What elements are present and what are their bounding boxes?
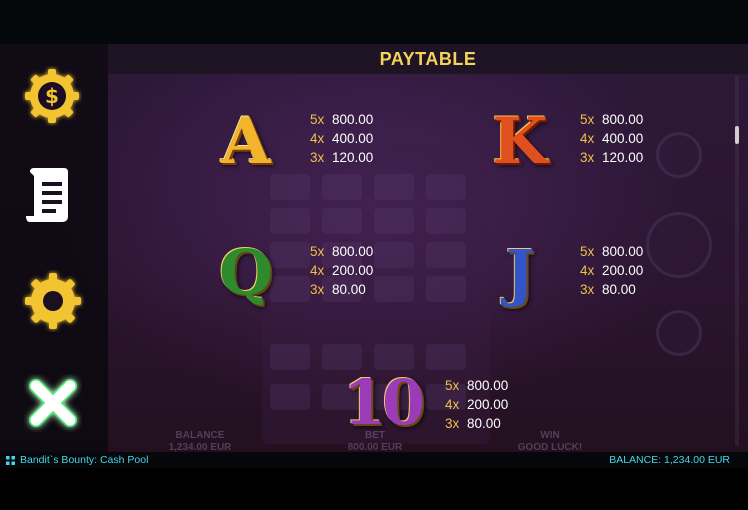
pay-amount: 800.00 [602,244,644,259]
pay-row: 4x 200.00 [580,261,643,280]
reel-cell [426,242,466,268]
pay-count: 5x [580,112,595,127]
pay-amount: 400.00 [332,131,374,146]
game-name: Bandit`s Bounty: Cash Pool [20,454,149,466]
symbol-q: Q [218,236,273,309]
pay-count: 3x [310,282,325,297]
pay-count: 5x [310,112,325,127]
paytable-scroll-icon[interactable] [24,166,80,226]
pay-row: 4x 400.00 [310,129,373,148]
bg-win-label: WIN [540,430,560,441]
sidebar: $ [0,44,108,452]
settings-gear-icon[interactable] [22,270,84,332]
symbol-10: 10 [342,366,425,439]
reel-cell [374,174,414,200]
paytable-k: 5x 800.00 4x 400.00 3x 120.00 [580,110,643,167]
symbol-a: A [221,104,271,179]
spin-button-bg [646,212,712,278]
pay-row: 4x 400.00 [580,129,643,148]
bottom-blank [0,468,748,510]
pay-amount: 800.00 [332,112,374,127]
reel-cell [426,174,466,200]
reel-cell [270,344,310,370]
svg-text:$: $ [45,84,59,108]
paytable-j: 5x 800.00 4x 200.00 3x 80.00 [580,242,643,299]
pay-row: 5x 800.00 [580,110,643,129]
reel-cell [322,174,362,200]
turbo-button-bg [656,310,702,356]
paytable-a: 5x 800.00 4x 400.00 3x 120.00 [310,110,373,167]
pay-row: 5x 800.00 [310,242,373,261]
paytable-q: 5x 800.00 4x 200.00 3x 80.00 [310,242,373,299]
footer-balance: BALANCE: 1,234.00 EUR [609,454,730,466]
pay-count: 5x [445,378,460,393]
bet-coin-icon[interactable]: $ [22,66,82,126]
pay-amount: 80.00 [602,282,636,297]
pay-amount: 80.00 [332,282,366,297]
footer-bar: Bandit`s Bounty: Cash Pool BALANCE: 1,23… [0,452,748,468]
reel-cell [270,208,310,234]
menu-grid-icon[interactable] [6,456,15,465]
reel-cell [426,344,466,370]
pay-count: 3x [580,150,595,165]
top-bar [0,0,748,44]
pay-amount: 80.00 [467,416,501,431]
pay-row: 5x 800.00 [445,376,508,395]
bg-bet-value: 800.00 EUR [347,442,403,452]
page-title: PAYTABLE [379,49,477,69]
pay-count: 4x [310,131,325,146]
bg-balance-value: 1,234.00 EUR [168,442,232,452]
pay-count: 3x [445,416,460,431]
pay-row: 5x 800.00 [580,242,643,261]
pay-amount: 400.00 [602,131,644,146]
pay-count: 4x [445,397,460,412]
pay-row: 3x 80.00 [310,280,373,299]
pay-count: 4x [580,263,595,278]
reel-cell [322,208,362,234]
reel-cell [374,208,414,234]
scrollbar-thumb[interactable] [735,126,739,144]
pay-amount: 120.00 [602,150,644,165]
reel-cell [270,384,310,410]
pay-count: 3x [580,282,595,297]
pay-row: 3x 120.00 [310,148,373,167]
pay-amount: 800.00 [602,112,644,127]
bg-balance: BALANCE 1,234.00 EUR [160,430,240,452]
autoplay-button-bg [656,132,702,178]
bg-balance-label: BALANCE [175,430,225,441]
symbol-j: J [505,236,535,309]
pay-row: 3x 120.00 [580,148,643,167]
symbol-k: K [492,104,548,179]
pay-count: 5x [580,244,595,259]
pay-count: 5x [310,244,325,259]
reel-cell [426,208,466,234]
pay-amount: 200.00 [602,263,644,278]
bg-win-value: GOOD LUCK! [517,442,583,452]
pay-row: 4x 200.00 [445,395,508,414]
pay-count: 4x [310,263,325,278]
pay-row: 3x 80.00 [445,414,508,433]
pay-amount: 200.00 [332,263,374,278]
pay-count: 4x [580,131,595,146]
pay-row: 5x 800.00 [310,110,373,129]
reel-cell [374,276,414,302]
pay-amount: 120.00 [332,150,374,165]
pay-row: 4x 200.00 [310,261,373,280]
pay-row: 3x 80.00 [580,280,643,299]
pay-amount: 800.00 [467,378,509,393]
reel-cell [374,242,414,268]
pay-amount: 200.00 [467,397,509,412]
bg-win: WIN GOOD LUCK! [500,430,600,452]
close-icon[interactable] [24,374,82,432]
pay-amount: 800.00 [332,244,374,259]
reel-cell [426,276,466,302]
paytable-10: 5x 800.00 4x 200.00 3x 80.00 [445,376,508,433]
pay-count: 3x [310,150,325,165]
